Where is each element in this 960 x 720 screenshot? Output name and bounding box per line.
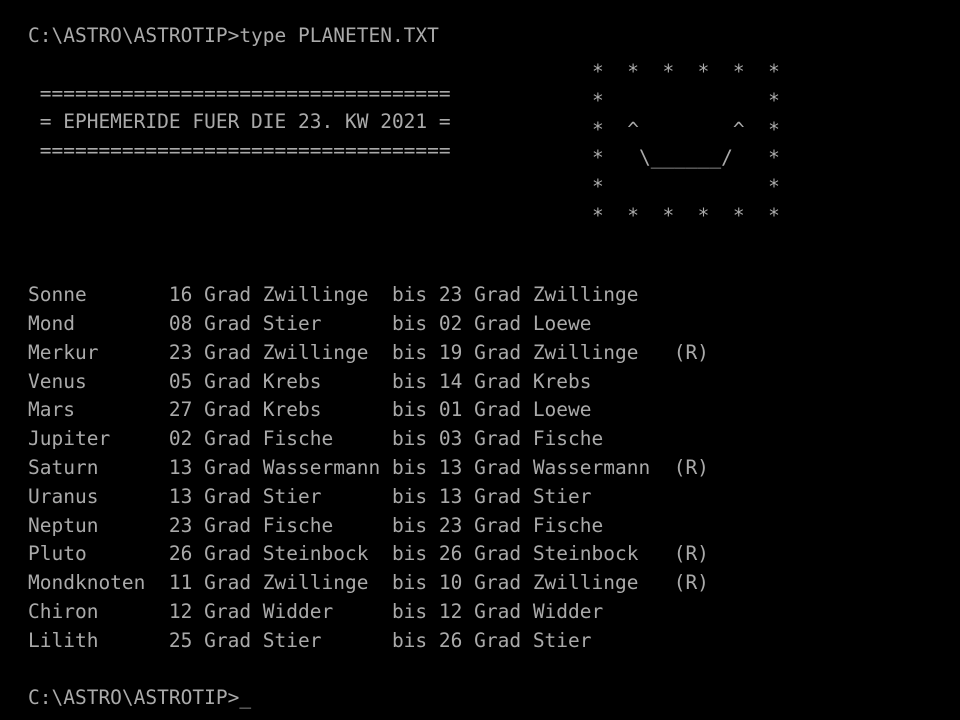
ascii-art-row: * \______/ *: [592, 146, 780, 170]
table-row: Neptun 23 Grad Fische bis 23 Grad Fische: [28, 513, 604, 537]
table-row: Saturn 13 Grad Wassermann bis 13 Grad Wa…: [28, 455, 709, 479]
console-output: C:\ASTRO\ASTROTIP>type PLANETEN.TXT ====…: [28, 22, 948, 713]
table-row: Venus 05 Grad Krebs bis 14 Grad Krebs: [28, 369, 592, 393]
text-cursor: _: [239, 686, 252, 710]
table-row: Chiron 12 Grad Widder bis 12 Grad Widder: [28, 599, 604, 623]
banner-title-line: = EPHEMERIDE FUER DIE 23. KW 2021 =: [28, 110, 451, 134]
table-row: Merkur 23 Grad Zwillinge bis 19 Grad Zwi…: [28, 340, 709, 364]
spacer-line: [28, 656, 948, 685]
table-row: Mars 27 Grad Krebs bis 01 Grad Loewe: [28, 398, 592, 422]
ascii-art-smiley: * * * * * * * * * ^ ^ * * \______/ * * * * * …: [592, 58, 780, 231]
banner-rule-top: ===================================: [28, 81, 451, 105]
command-prompt-line-top: C:\ASTRO\ASTROTIP>type PLANETEN.TXT: [28, 24, 439, 47]
ascii-art-row: * ^ ^ *: [592, 117, 780, 141]
command-prompt-line-bottom[interactable]: C:\ASTRO\ASTROTIP>_: [28, 684, 948, 713]
dos-terminal-screen[interactable]: C:\ASTRO\ASTROTIP>type PLANETEN.TXT ====…: [0, 0, 960, 720]
table-row: Pluto 26 Grad Steinbock bis 26 Grad Stei…: [28, 542, 709, 566]
table-row: Mondknoten 11 Grad Zwillinge bis 10 Grad…: [28, 571, 709, 595]
ephemeris-table: Sonne 16 Grad Zwillinge bis 23 Grad Zwil…: [28, 281, 948, 655]
spacer-line: [28, 252, 948, 281]
table-row: Lilith 25 Grad Stier bis 26 Grad Stier: [28, 628, 592, 652]
banner-rule-bottom: ===================================: [28, 139, 451, 163]
ascii-art-row: * *: [592, 88, 780, 112]
spacer-line: [28, 166, 948, 195]
ascii-art-row: * * * * * *: [592, 60, 780, 83]
spacer-line: [28, 224, 948, 253]
spacer-line: [28, 195, 948, 224]
ascii-art-row: * * * * * *: [592, 203, 780, 227]
prompt-path: C:\ASTRO\ASTROTIP>: [28, 686, 240, 710]
table-row: Sonne 16 Grad Zwillinge bis 23 Grad Zwil…: [28, 283, 639, 307]
table-row: Jupiter 02 Grad Fische bis 03 Grad Fisch…: [28, 427, 604, 451]
table-row: Uranus 13 Grad Stier bis 13 Grad Stier: [28, 484, 592, 508]
table-row: Mond 08 Grad Stier bis 02 Grad Loewe: [28, 311, 592, 335]
ascii-art-row: * *: [592, 175, 780, 199]
spacer-line: [28, 51, 948, 80]
